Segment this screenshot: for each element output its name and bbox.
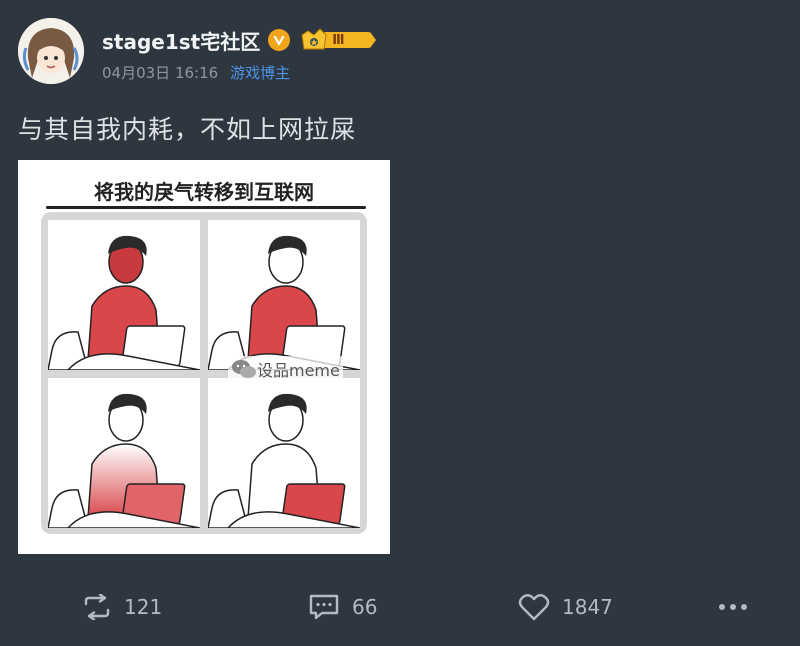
- avatar[interactable]: [18, 18, 84, 84]
- more-icon: [719, 604, 747, 610]
- comment-button[interactable]: 66: [308, 580, 377, 634]
- verified-icon: [268, 29, 291, 51]
- repost-icon: [84, 594, 110, 620]
- level-badge-text: Ⅲ: [332, 32, 345, 48]
- like-icon: [518, 594, 550, 621]
- like-count: 1847: [562, 595, 613, 619]
- more-button[interactable]: [718, 580, 748, 634]
- post-image[interactable]: 将我的戾气转移到互联网 设品meme: [18, 160, 390, 554]
- username[interactable]: stage1st宅社区: [102, 26, 260, 55]
- post-text: 与其自我内耗，不如上网拉屎: [18, 115, 357, 144]
- image-watermark: 设品meme: [228, 356, 343, 382]
- post-header: stage1st宅社区 Ⅲ 04月03日 16:16 游戏博主: [18, 18, 778, 88]
- watermark-text: 设品meme: [257, 361, 340, 380]
- repost-count: 121: [124, 595, 163, 619]
- crown-icon[interactable]: Ⅲ: [300, 27, 388, 53]
- meme-title-underline: [46, 206, 366, 209]
- meme-title: 将我的戾气转移到互联网: [94, 180, 314, 204]
- wechat-icon: [232, 360, 256, 378]
- meme-panel-4: [208, 378, 360, 528]
- comment-icon: [309, 594, 339, 620]
- post-timestamp: 04月03日 16:16: [102, 64, 219, 82]
- meme-panel-3: [48, 378, 200, 528]
- author-role[interactable]: 游戏博主: [230, 62, 290, 83]
- repost-button[interactable]: 121: [82, 580, 162, 634]
- comment-count: 66: [352, 595, 378, 619]
- meme-panel-1: [48, 220, 200, 370]
- meme-panel-2: [208, 220, 360, 370]
- action-bar: 121 66 1847: [0, 580, 800, 634]
- like-button[interactable]: 1847: [518, 580, 613, 634]
